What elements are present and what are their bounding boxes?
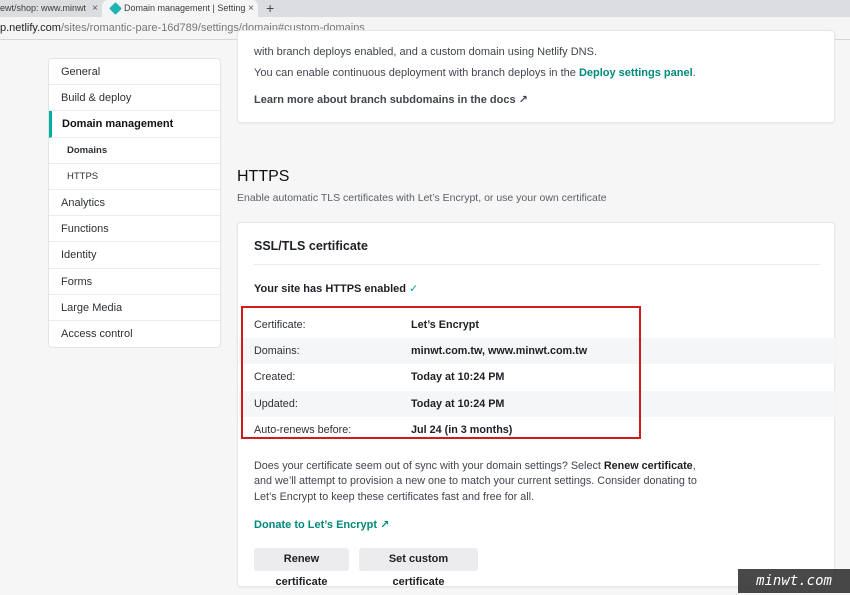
netlify-favicon-icon [109,2,122,15]
close-tab-icon[interactable]: × [245,0,254,17]
learn-branch-subdomains-link[interactable]: Learn more about branch subdomains in th… [254,93,528,106]
cert-value: Jul 24 (in 3 months) [411,423,513,436]
table-row: Auto-renews before: Jul 24 (in 3 months) [239,417,835,443]
url-host: p.netlify.com [0,22,61,34]
cert-label: Created: [254,371,296,384]
tab-title: Domain management | Settings [124,3,250,13]
deploy-settings-suffix: . [692,67,696,79]
https-section-description: Enable automatic TLS certificates with L… [237,192,607,204]
check-icon: ✓ [409,283,419,295]
ssl-certificate-card: SSL/TLS certificate Your site has HTTPS … [237,222,835,588]
sidebar-item-functions[interactable]: Functions [49,216,220,243]
sidebar-item-build-deploy[interactable]: Build & deploy [49,85,220,112]
deploy-settings-text: You can enable continuous deployment wit… [254,67,696,79]
table-row: Created: Today at 10:24 PM [239,364,835,390]
deploy-settings-prefix: You can enable continuous deployment wit… [254,67,579,79]
https-status-text: Your site has HTTPS enabled [254,283,406,295]
sidebar-item-analytics[interactable]: Analytics [49,190,220,217]
sync-text-part: Does your certificate seem out of sync w… [254,460,604,472]
table-row: Domains: minwt.com.tw, www.minwt.com.tw [239,338,835,365]
browser-tab-bar: ewt/shop: www.minwt × Domain management … [0,0,850,17]
set-custom-certificate-button[interactable]: Set custom certificate [359,548,478,588]
cert-value: Let’s Encrypt [411,319,479,331]
https-section-title: HTTPS [237,168,290,185]
certificate-details-table: Certificate: Let’s Encrypt Domains: minw… [239,312,835,443]
sidebar-item-domain-management[interactable]: Domain management [49,111,220,138]
renew-certificate-button[interactable]: Renew certificate [254,548,349,588]
branch-deploy-text: with branch deploys enabled, and a custo… [254,46,598,58]
tab-title: ewt/shop: www.minwt [0,3,87,13]
cert-label: Auto-renews before: [254,423,352,436]
sync-text-bold: Renew certificate [603,460,693,472]
table-row: Certificate: Let’s Encrypt [239,312,835,338]
browser-tab-github[interactable]: ewt/shop: www.minwt × [0,0,102,17]
ssl-card-title: SSL/TLS certificate [254,239,368,253]
cert-value: Today at 10:24 PM [411,371,505,384]
cert-label: Updated: [254,397,298,410]
settings-sidebar: General Build & deploy Domain management… [48,58,221,349]
deploy-settings-link[interactable]: Deploy settings panel [579,67,693,79]
cert-value: Today at 10:24 PM [411,397,505,410]
watermark: minwt.com [738,569,850,593]
cert-value: minwt.com.tw, www.minwt.com.tw [411,345,588,358]
sidebar-item-large-media[interactable]: Large Media [49,295,220,321]
sidebar-subitem-domains[interactable]: Domains [49,138,220,164]
sidebar-item-identity[interactable]: Identity [49,242,220,269]
sidebar-item-access-control[interactable]: Access control [49,321,220,347]
table-row: Updated: Today at 10:24 PM [239,390,835,417]
certificate-sync-text: Does your certificate seem out of sync w… [254,459,714,505]
sidebar-item-general[interactable]: General [49,59,220,86]
divider [254,264,820,265]
cert-label: Certificate: [254,319,306,331]
https-status: Your site has HTTPS enabled ✓ [254,282,418,295]
cert-label: Domains: [254,345,300,358]
donate-lets-encrypt-link[interactable]: Donate to Let’s Encrypt ↗ [254,518,389,531]
branch-deploy-card: with branch deploys enabled, and a custo… [237,30,835,123]
sidebar-item-forms[interactable]: Forms [49,269,220,295]
sidebar-subitem-https[interactable]: HTTPS [49,164,220,190]
new-tab-icon[interactable]: + [266,0,274,16]
close-tab-icon[interactable]: × [89,0,98,17]
browser-tab-netlify[interactable]: Domain management | Settings × [102,0,258,17]
